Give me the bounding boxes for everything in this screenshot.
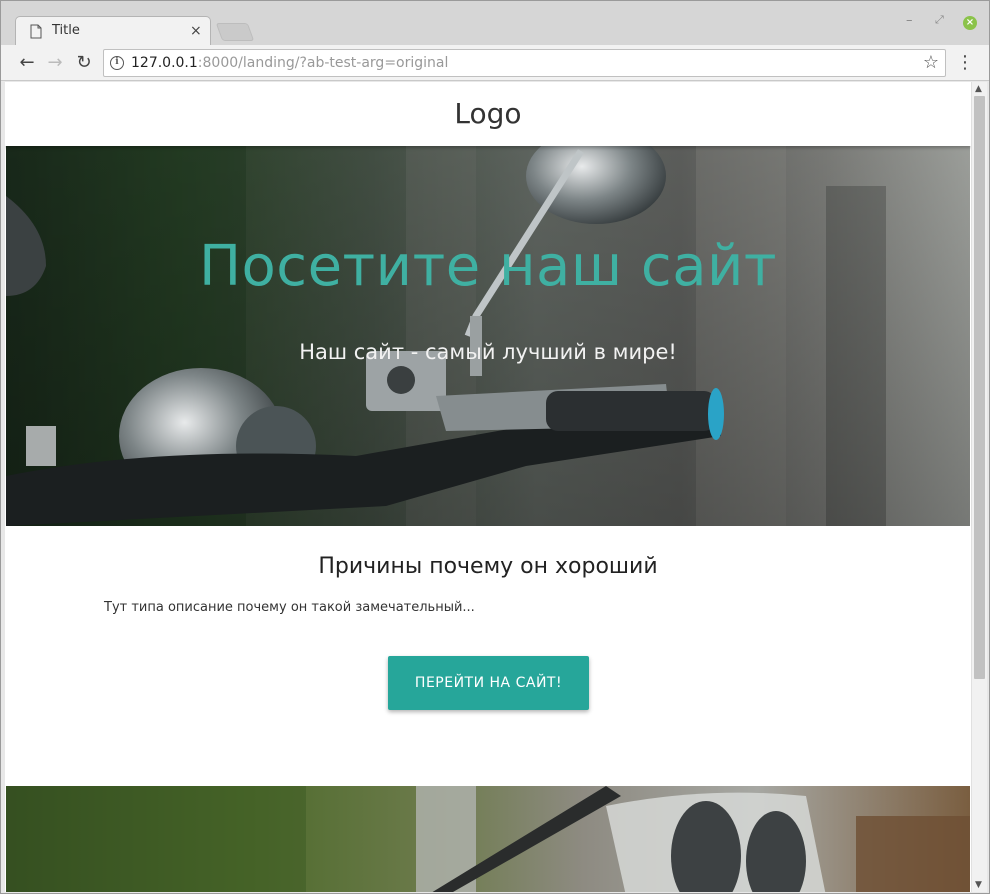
tab-active[interactable]: Title × <box>15 16 211 46</box>
back-arrow-icon[interactable]: ← <box>15 51 39 75</box>
site-logo[interactable]: Logo <box>5 82 971 146</box>
page-viewport: Logo Посетите наш сайт Наш сайт - самый … <box>5 82 971 892</box>
tab-strip: Title × – ⤢ × <box>1 1 989 46</box>
section-description: Тут типа описание почему он такой замеча… <box>104 600 475 615</box>
url-path: :8000/landing/?ab-test-arg=original <box>197 55 449 71</box>
site-header: Logo <box>5 82 971 146</box>
tab-close-icon[interactable]: × <box>190 23 202 39</box>
second-background-image <box>6 786 970 892</box>
reload-icon[interactable]: ↻ <box>72 51 96 75</box>
section-title: Причины почему он хороший <box>318 554 658 579</box>
page-scrollbar[interactable]: ▲ ▼ <box>971 82 987 892</box>
scrollbar-thumb[interactable] <box>974 96 985 679</box>
hero-background-image <box>6 146 970 526</box>
hero-subtitle: Наш сайт - самый лучший в мире! <box>299 340 677 364</box>
tab-title: Title <box>52 23 80 38</box>
url-host: 127.0.0.1 <box>131 55 198 71</box>
hero-banner: Посетите наш сайт Наш сайт - самый лучши… <box>6 146 970 526</box>
window-close-icon[interactable]: × <box>963 16 977 30</box>
browser-toolbar: ← → ↻ i 127.0.0.1:8000/landing/?ab-test-… <box>1 45 989 81</box>
reasons-section: Причины почему он хороший Тут типа описа… <box>5 526 971 786</box>
scroll-down-icon[interactable]: ▼ <box>975 880 982 890</box>
browser-window: Title × – ⤢ × ← → ↻ i 127.0.0.1:8000/lan… <box>0 0 990 894</box>
info-icon[interactable]: i <box>110 56 124 70</box>
second-banner-image <box>6 786 970 892</box>
address-bar[interactable]: i 127.0.0.1:8000/landing/?ab-test-arg=or… <box>103 49 946 77</box>
minimize-icon[interactable]: – <box>906 13 913 28</box>
forward-arrow-icon[interactable]: → <box>43 51 67 75</box>
scroll-up-icon[interactable]: ▲ <box>975 84 982 94</box>
go-to-site-button[interactable]: ПЕРЕЙТИ НА САЙТ! <box>388 656 589 710</box>
menu-icon[interactable]: ⋮ <box>955 51 975 75</box>
page-icon <box>30 24 42 39</box>
hero-title: Посетите наш сайт <box>198 234 778 299</box>
star-icon[interactable]: ☆ <box>923 52 939 73</box>
new-tab-button[interactable] <box>215 23 255 41</box>
url-text[interactable]: 127.0.0.1:8000/landing/?ab-test-arg=orig… <box>131 55 448 71</box>
maximize-icon[interactable]: ⤢ <box>935 13 944 27</box>
